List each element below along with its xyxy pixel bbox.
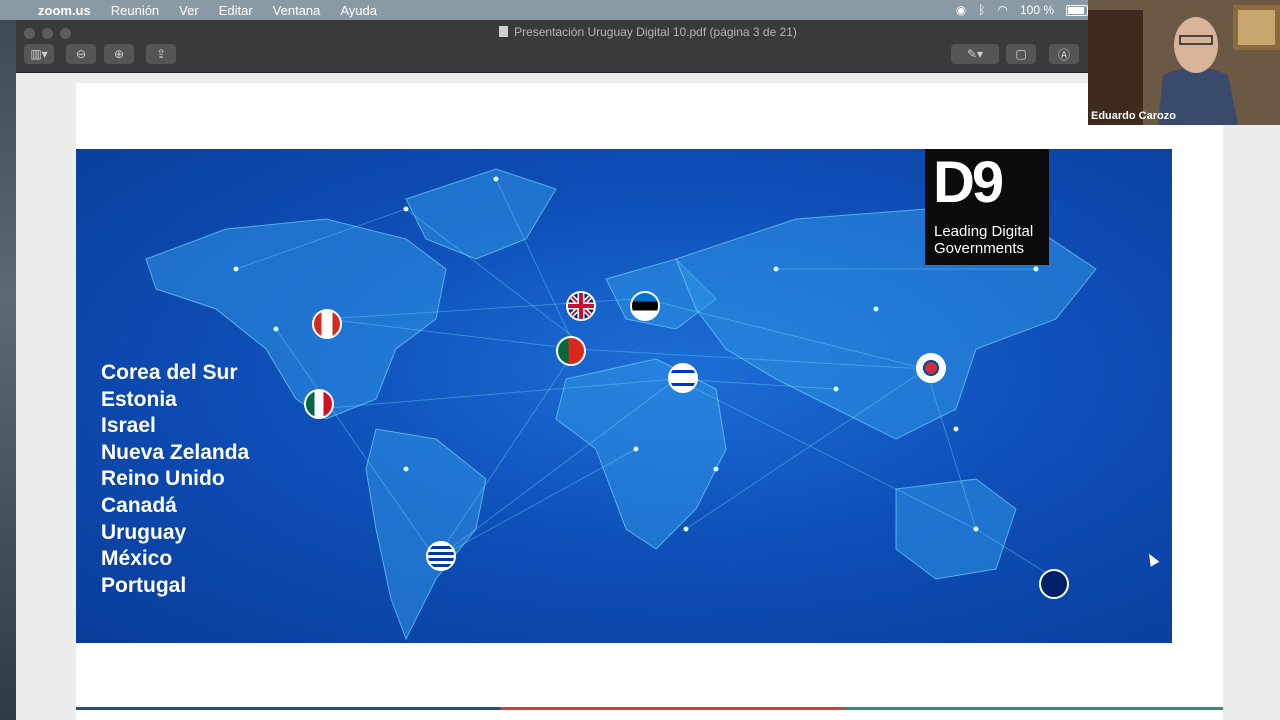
- control-center-icon[interactable]: ◉: [956, 3, 966, 17]
- country-item: Reino Unido: [101, 467, 225, 491]
- menu-reunion[interactable]: Reunión: [111, 3, 159, 18]
- wifi-icon[interactable]: ◠: [997, 3, 1007, 17]
- country-list: Corea del Sur Estonia Israel Nueva Zelan…: [101, 360, 249, 599]
- country-item: Canadá: [101, 493, 177, 517]
- country-item: Nueva Zelanda: [101, 440, 250, 464]
- slide-footer-bar: [76, 707, 1223, 710]
- country-item: Estonia: [101, 387, 177, 411]
- country-item: Corea del Sur: [101, 361, 238, 384]
- document-view[interactable]: D9 Leading Digital Governments Corea del…: [16, 73, 1280, 720]
- status-area: ◉ ᛒ ◠ 100 %: [956, 0, 1088, 20]
- world-map-slide: D9 Leading Digital Governments Corea del…: [76, 149, 1172, 643]
- portugal-flag-icon: [556, 336, 586, 366]
- document-icon: [499, 26, 509, 37]
- d9-tagline-line1: Leading Digital: [934, 223, 1034, 240]
- menu-editar[interactable]: Editar: [219, 3, 253, 18]
- annotate-button[interactable]: Ⓐ: [1049, 44, 1079, 64]
- d9-logo-mark: D9: [933, 150, 1004, 215]
- battery-icon[interactable]: [1066, 4, 1088, 16]
- zoom-in-button[interactable]: ⊕: [104, 44, 134, 64]
- uk-flag-icon: [566, 291, 596, 321]
- webcam-thumbnail[interactable]: Eduardo Carozo: [1088, 0, 1280, 125]
- country-item: Israel: [101, 414, 156, 438]
- mexico-flag-icon: [304, 389, 334, 419]
- pdf-page: D9 Leading Digital Governments Corea del…: [76, 83, 1223, 720]
- canada-flag-icon: [312, 309, 342, 339]
- estonia-flag-icon: [630, 291, 660, 321]
- d9-logo-tagline: Leading Digital Governments: [934, 223, 1033, 257]
- country-item: Portugal: [101, 573, 187, 597]
- sidebar-toggle-button[interactable]: ▥▾: [24, 44, 54, 64]
- d9-logo: D9 Leading Digital Governments: [925, 149, 1049, 265]
- zoom-out-button[interactable]: ⊖: [66, 44, 96, 64]
- new-zealand-flag-icon: [1039, 569, 1069, 599]
- country-item: Uruguay: [101, 520, 187, 544]
- south-korea-flag-icon: [916, 353, 946, 383]
- menu-ventana[interactable]: Ventana: [273, 3, 321, 18]
- israel-flag-icon: [668, 363, 698, 393]
- speaker-video: [1088, 0, 1280, 125]
- participant-name: Eduardo Carozo: [1091, 110, 1176, 122]
- bluetooth-icon[interactable]: ᛒ: [978, 3, 985, 17]
- menu-ver[interactable]: Ver: [179, 3, 199, 18]
- rotate-button[interactable]: ▢: [1006, 44, 1036, 64]
- menu-app[interactable]: zoom.us: [38, 3, 91, 18]
- pdf-window: Presentación Uruguay Digital 10.pdf (pág…: [16, 20, 1280, 720]
- desktop-background: [0, 20, 16, 720]
- share-button[interactable]: ⇪: [146, 44, 176, 64]
- uruguay-flag-icon: [426, 541, 456, 571]
- markup-pen-button[interactable]: ✎▾: [951, 44, 999, 64]
- country-item: México: [101, 547, 173, 571]
- d9-tagline-line2: Governments: [934, 240, 1025, 257]
- menu-ayuda[interactable]: Ayuda: [340, 3, 377, 18]
- battery-label: 100 %: [1019, 3, 1054, 17]
